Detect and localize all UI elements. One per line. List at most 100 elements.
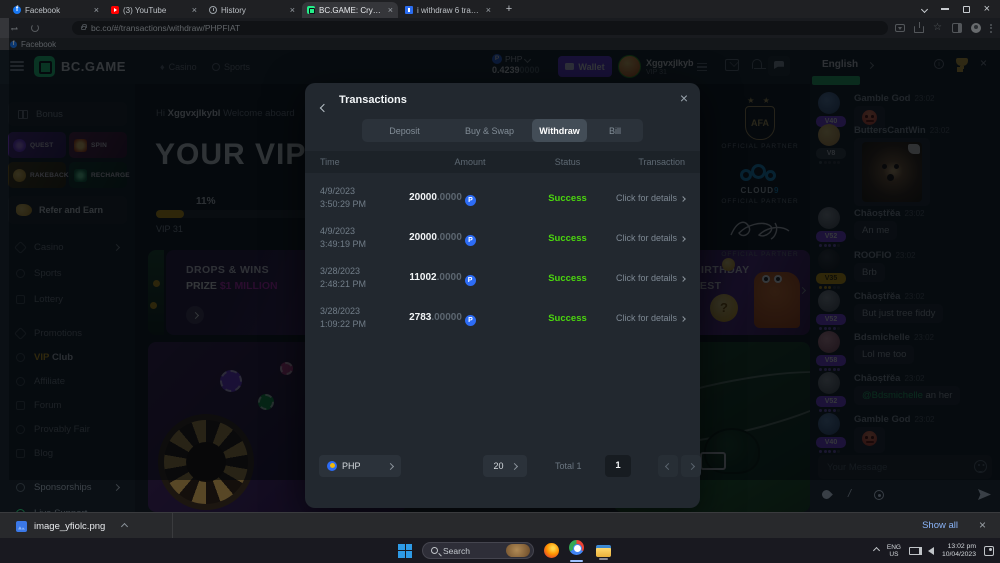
minimize-icon[interactable] — [941, 8, 949, 9]
tab-close-icon[interactable]: × — [388, 6, 393, 15]
tab-withdraw[interactable]: Withdraw — [532, 119, 587, 142]
history-favicon — [209, 6, 217, 14]
status-badge: Success — [525, 233, 610, 244]
tab-close-icon[interactable]: × — [94, 6, 99, 15]
hidden-icons-chevron[interactable] — [873, 547, 880, 554]
details-link[interactable]: Click for details — [616, 273, 685, 283]
tab-buy-swap[interactable]: Buy & Swap — [447, 119, 532, 142]
chevron-right-icon — [387, 462, 394, 469]
details-link[interactable]: Click for details — [616, 233, 685, 243]
php-coin-icon: P — [465, 195, 476, 206]
tab-close-icon[interactable]: × — [290, 6, 295, 15]
currency-filter-select[interactable]: PHP — [319, 455, 401, 477]
tab-label: History — [221, 6, 286, 15]
column-transaction: Transaction — [610, 157, 700, 167]
speaker-icon[interactable] — [928, 547, 934, 555]
start-button[interactable] — [398, 544, 412, 558]
table-row[interactable]: 3/28/20232:48:21 PM 11002.0000P Success … — [305, 259, 700, 299]
search-placeholder: Search — [443, 546, 501, 556]
next-page-button[interactable] — [681, 455, 701, 477]
facebook-favicon: f — [13, 6, 21, 14]
modal-close-icon[interactable]: × — [680, 90, 688, 106]
table-row[interactable]: 3/28/20231:09:22 PM 2783.00000P Success … — [305, 299, 700, 339]
system-tray: ENGUS 13:02 pm10/04/2023 — [874, 538, 994, 563]
total-count: Total 1 — [555, 461, 582, 471]
tab-search-icon[interactable] — [921, 5, 928, 12]
back-icon[interactable] — [321, 98, 327, 116]
page-size-value: 20 — [493, 461, 503, 471]
browser-tab-strip: f Facebook × (3) YouTube × History × BC.… — [0, 0, 1000, 18]
bcgame-page: BC.GAME ♦ Casino Sports P PHP 0.42390000 — [0, 50, 1000, 512]
screen: f Facebook × (3) YouTube × History × BC.… — [0, 0, 1000, 563]
modal-title: Transactions — [339, 94, 407, 106]
transaction-amount: 20000.0000P — [360, 192, 525, 206]
tab-facebook[interactable]: f Facebook × — [8, 2, 104, 18]
firefox-icon[interactable] — [544, 543, 559, 558]
php-coin-icon: P — [465, 275, 476, 286]
maximize-icon[interactable] — [963, 6, 970, 13]
language-indicator[interactable]: ENGUS — [887, 544, 901, 558]
php-coin-icon — [327, 461, 337, 471]
active-app-indicator — [599, 558, 608, 560]
tab-close-icon[interactable]: × — [486, 6, 491, 15]
modal-footer: PHP 20 Total 1 1 — [305, 455, 700, 479]
tab-history[interactable]: History × — [204, 2, 300, 18]
file-explorer-icon[interactable] — [596, 545, 611, 557]
chevron-right-icon — [510, 462, 517, 469]
current-page[interactable]: 1 — [605, 455, 631, 477]
bcgame-favicon — [307, 6, 315, 14]
transaction-amount: 2783.00000P — [360, 312, 525, 326]
status-badge: Success — [525, 273, 610, 284]
php-coin-icon: P — [465, 315, 476, 326]
tab-bcgame-active[interactable]: BC.GAME: Crypto Casino Games × — [302, 2, 398, 18]
transactions-tabs: Deposit Buy & Swap Withdraw Bill — [362, 119, 643, 142]
details-link[interactable]: Click for details — [616, 313, 685, 323]
new-tab-button[interactable]: + — [502, 3, 516, 17]
page-size-select[interactable]: 20 — [483, 455, 527, 477]
status-badge: Success — [525, 313, 610, 324]
table-row[interactable]: 4/9/20233:49:19 PM 20000.0000P Success C… — [305, 219, 700, 259]
transaction-amount: 11002.0000P — [360, 272, 525, 286]
download-item[interactable]: image_yfiolc.png — [8, 516, 135, 536]
active-app-indicator — [570, 560, 583, 562]
php-coin-icon: P — [465, 235, 476, 246]
column-time: Time — [305, 157, 415, 167]
taskbar-clock[interactable]: 13:02 pm10/04/2023 — [942, 543, 976, 559]
tab-label: i withdraw 6 transaction 3 of the — [417, 6, 482, 15]
tab-deposit[interactable]: Deposit — [362, 119, 447, 142]
close-window-icon[interactable]: × — [984, 4, 990, 14]
status-badge: Success — [525, 193, 610, 204]
browser-toolbar: ← → bc.co/#/transactions/withdraw/PHPFIA… — [0, 18, 1000, 38]
tab-bill[interactable]: Bill — [587, 119, 643, 142]
table-row[interactable]: 4/9/20233:50:29 PM 20000.0000P Success C… — [305, 179, 700, 219]
search-icon — [431, 547, 438, 554]
show-all-downloads-link[interactable]: Show all — [922, 520, 958, 531]
download-bar-close-icon[interactable]: × — [979, 518, 986, 532]
chrome-taskbar-item[interactable] — [569, 540, 586, 561]
column-status: Status — [525, 157, 610, 167]
details-link[interactable]: Click for details — [616, 193, 685, 203]
document-favicon — [405, 6, 413, 14]
tab-label: BC.GAME: Crypto Casino Games — [319, 6, 384, 15]
window-controls: × — [922, 0, 996, 18]
transaction-amount: 20000.0000P — [360, 232, 525, 246]
search-highlight-image[interactable] — [506, 544, 530, 557]
tab-withdraw-doc[interactable]: i withdraw 6 transaction 3 of the × — [400, 2, 496, 18]
youtube-favicon — [111, 6, 119, 14]
windows-taskbar: Search ENGUS 13:02 pm10/04/2023 — [0, 538, 1000, 563]
image-file-icon — [16, 521, 27, 532]
taskbar-search[interactable]: Search — [422, 542, 534, 559]
column-amount: Amount — [415, 157, 525, 167]
download-filename: image_yfiolc.png — [34, 521, 105, 532]
currency-label: PHP — [342, 461, 361, 471]
table-header: Time Amount Status Transaction — [305, 151, 700, 173]
tab-youtube[interactable]: (3) YouTube × — [106, 2, 202, 18]
chrome-icon — [569, 540, 584, 555]
prev-page-button[interactable] — [658, 455, 678, 477]
transactions-modal: Transactions × Deposit Buy & Swap Withdr… — [305, 83, 700, 508]
tab-close-icon[interactable]: × — [192, 6, 197, 15]
chevron-up-icon[interactable] — [121, 522, 128, 529]
notification-center-icon[interactable] — [984, 546, 994, 556]
download-bar: image_yfiolc.png Show all × — [0, 512, 1000, 538]
tab-label: (3) YouTube — [123, 6, 188, 15]
